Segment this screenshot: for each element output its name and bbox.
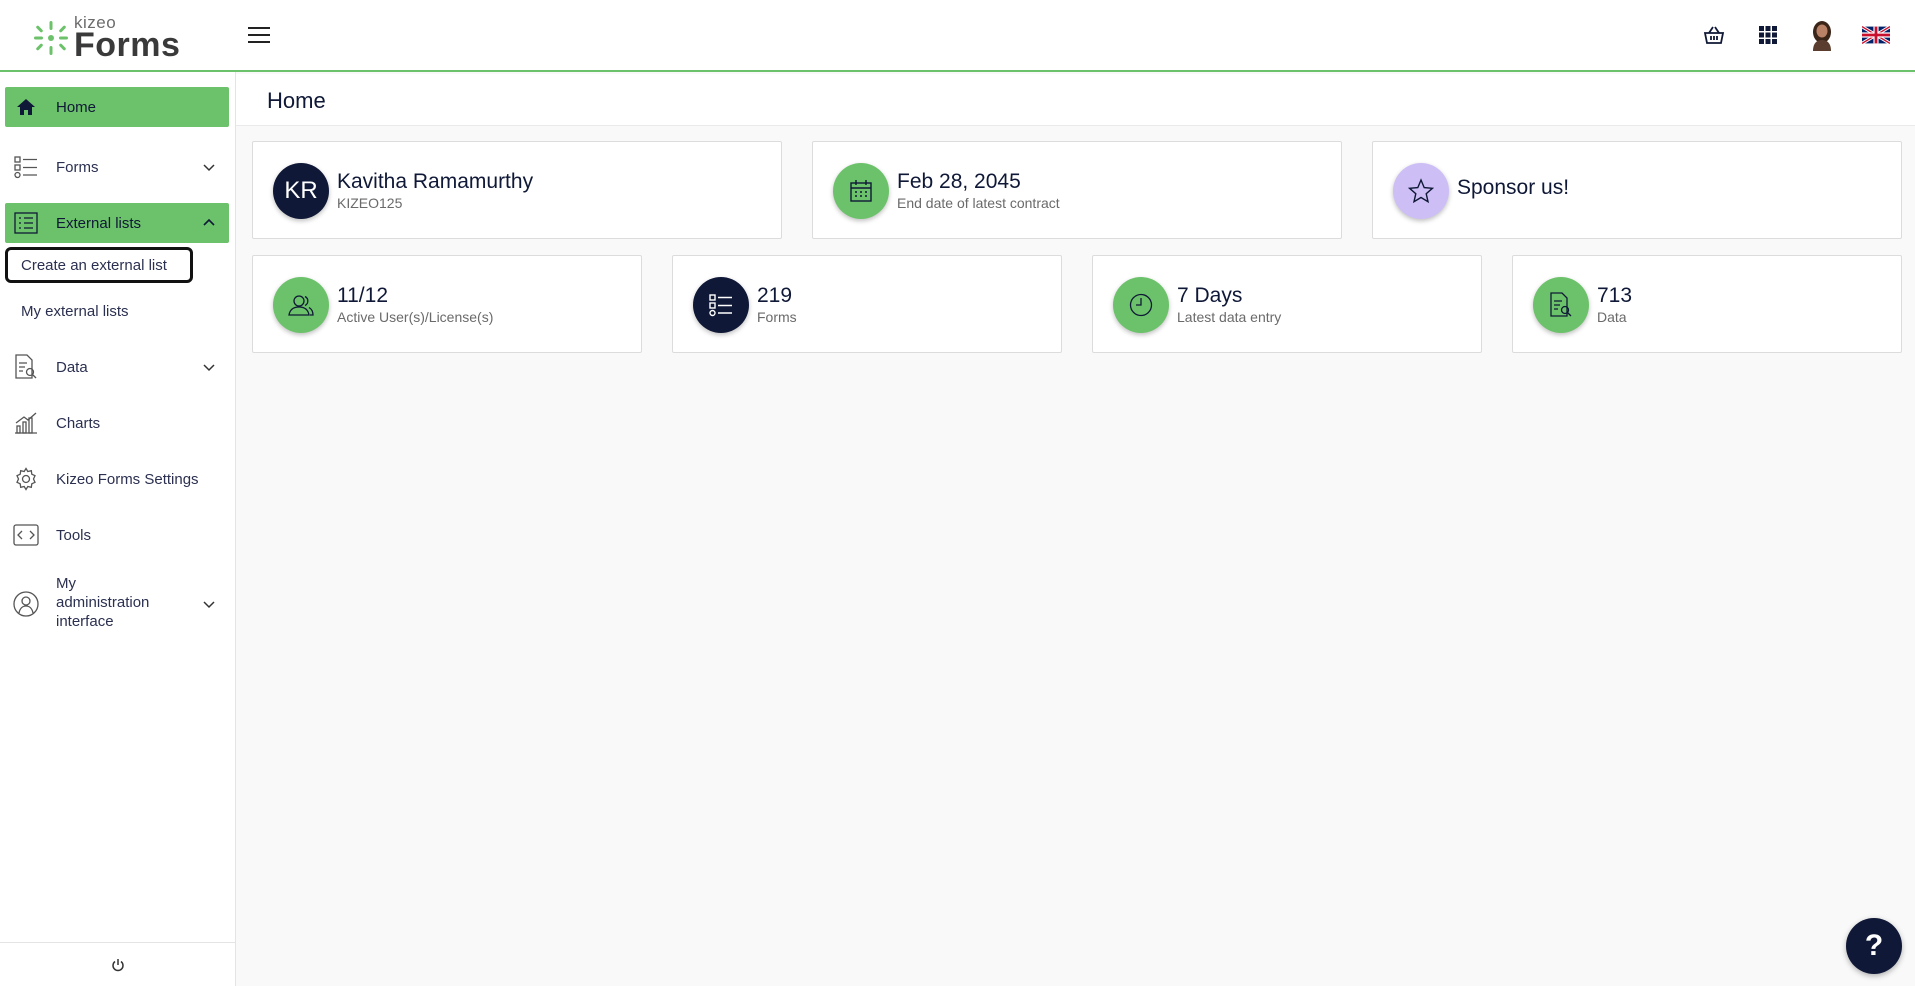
sidebar-item-settings[interactable]: Kizeo Forms Settings: [5, 459, 229, 499]
top-bar: kizeo Forms: [0, 0, 1915, 72]
chevron-down-icon: [203, 164, 215, 172]
help-icon: ?: [1864, 929, 1884, 962]
account-code: KIZEO125: [337, 195, 403, 212]
active-users-label: Active User(s)/License(s): [337, 309, 494, 326]
data-count: 713: [1597, 284, 1633, 307]
gear-icon: [11, 464, 41, 494]
sidebar-item-label: Home: [56, 98, 97, 116]
apps-grid-icon[interactable]: [1753, 18, 1783, 52]
sidebar-item-label: Tools: [56, 526, 92, 544]
data-document-icon: [11, 352, 41, 382]
chevron-down-icon: [203, 601, 215, 609]
user-name: Kavitha Ramamurthy: [337, 170, 534, 193]
kizeo-forms-logo[interactable]: kizeo Forms: [32, 14, 180, 62]
home-icon: [11, 92, 41, 122]
logo-big-text: Forms: [74, 26, 181, 64]
forms-list-icon: [693, 277, 749, 333]
sidebar-subitem-create-external-list[interactable]: Create an external list: [5, 247, 193, 283]
contract-end-label: End date of latest contract: [897, 195, 1060, 212]
forms-list-icon: [11, 152, 41, 182]
data-label: Data: [1597, 309, 1627, 326]
help-button[interactable]: ?: [1846, 918, 1902, 974]
active-users-value: 11/12: [337, 284, 388, 307]
sidebar-item-data[interactable]: Data: [5, 347, 229, 387]
user-avatar[interactable]: [1807, 18, 1837, 52]
sidebar-subitem-my-external-lists[interactable]: My external lists: [5, 293, 193, 329]
code-icon: [11, 520, 41, 550]
external-list-icon: [11, 208, 41, 238]
sidebar-item-admin-interface[interactable]: My administration interface: [5, 573, 229, 635]
users-icon: [273, 277, 329, 333]
page-header: Home: [236, 74, 1915, 126]
admin-user-icon: [11, 589, 41, 619]
sidebar-item-forms[interactable]: Forms: [5, 147, 229, 187]
sponsor-card[interactable]: Sponsor us!: [1372, 141, 1902, 239]
chevron-up-icon: [203, 218, 215, 226]
data-document-icon: [1533, 277, 1589, 333]
calendar-icon: [833, 163, 889, 219]
sponsor-label: Sponsor us!: [1457, 176, 1570, 199]
active-users-card: 11/12 Active User(s)/License(s): [252, 255, 642, 353]
charts-icon: [11, 408, 41, 438]
sidebar-subitem-label: My external lists: [21, 302, 129, 320]
sidebar-subitem-label: Create an external list: [21, 256, 167, 274]
logout-button[interactable]: [0, 942, 236, 986]
sidebar-item-label: My administration interface: [56, 575, 150, 630]
contract-end-date: Feb 28, 2045: [897, 170, 1021, 193]
forms-label: Forms: [757, 309, 797, 326]
sidebar-item-label: Kizeo Forms Settings: [56, 470, 199, 488]
latest-entry-value: 7 Days: [1177, 284, 1243, 307]
sidebar-item-charts[interactable]: Charts: [5, 403, 229, 443]
latest-entry-label: Latest data entry: [1177, 309, 1282, 326]
sidebar-item-home[interactable]: Home: [5, 87, 229, 127]
sidebar-item-label: Forms: [56, 158, 99, 176]
menu-toggle-icon[interactable]: [248, 22, 270, 48]
forms-card: 219 Forms: [672, 255, 1062, 353]
data-card: 713 Data: [1512, 255, 1902, 353]
sidebar: Home Forms External lists Create an exte…: [0, 72, 236, 986]
sidebar-item-label: Data: [56, 358, 88, 376]
user-card: KR Kavitha Ramamurthy KIZEO125: [252, 141, 782, 239]
sidebar-item-label: External lists: [56, 214, 142, 232]
uk-flag-icon[interactable]: [1861, 18, 1891, 52]
star-icon: [1393, 163, 1449, 219]
forms-count: 219: [757, 284, 793, 307]
sidebar-item-label: Charts: [56, 414, 101, 432]
latest-entry-card: 7 Days Latest data entry: [1092, 255, 1482, 353]
clock-icon: [1113, 277, 1169, 333]
avatar: KR: [273, 163, 329, 219]
power-icon: [112, 958, 124, 971]
sidebar-item-tools[interactable]: Tools: [5, 515, 229, 555]
basket-icon[interactable]: [1699, 18, 1729, 52]
page-title: Home: [267, 88, 326, 113]
logo-mark-icon: [32, 18, 70, 58]
contract-card: Feb 28, 2045 End date of latest contract: [812, 141, 1342, 239]
sidebar-item-external-lists[interactable]: External lists: [5, 203, 229, 243]
chevron-down-icon: [203, 364, 215, 372]
